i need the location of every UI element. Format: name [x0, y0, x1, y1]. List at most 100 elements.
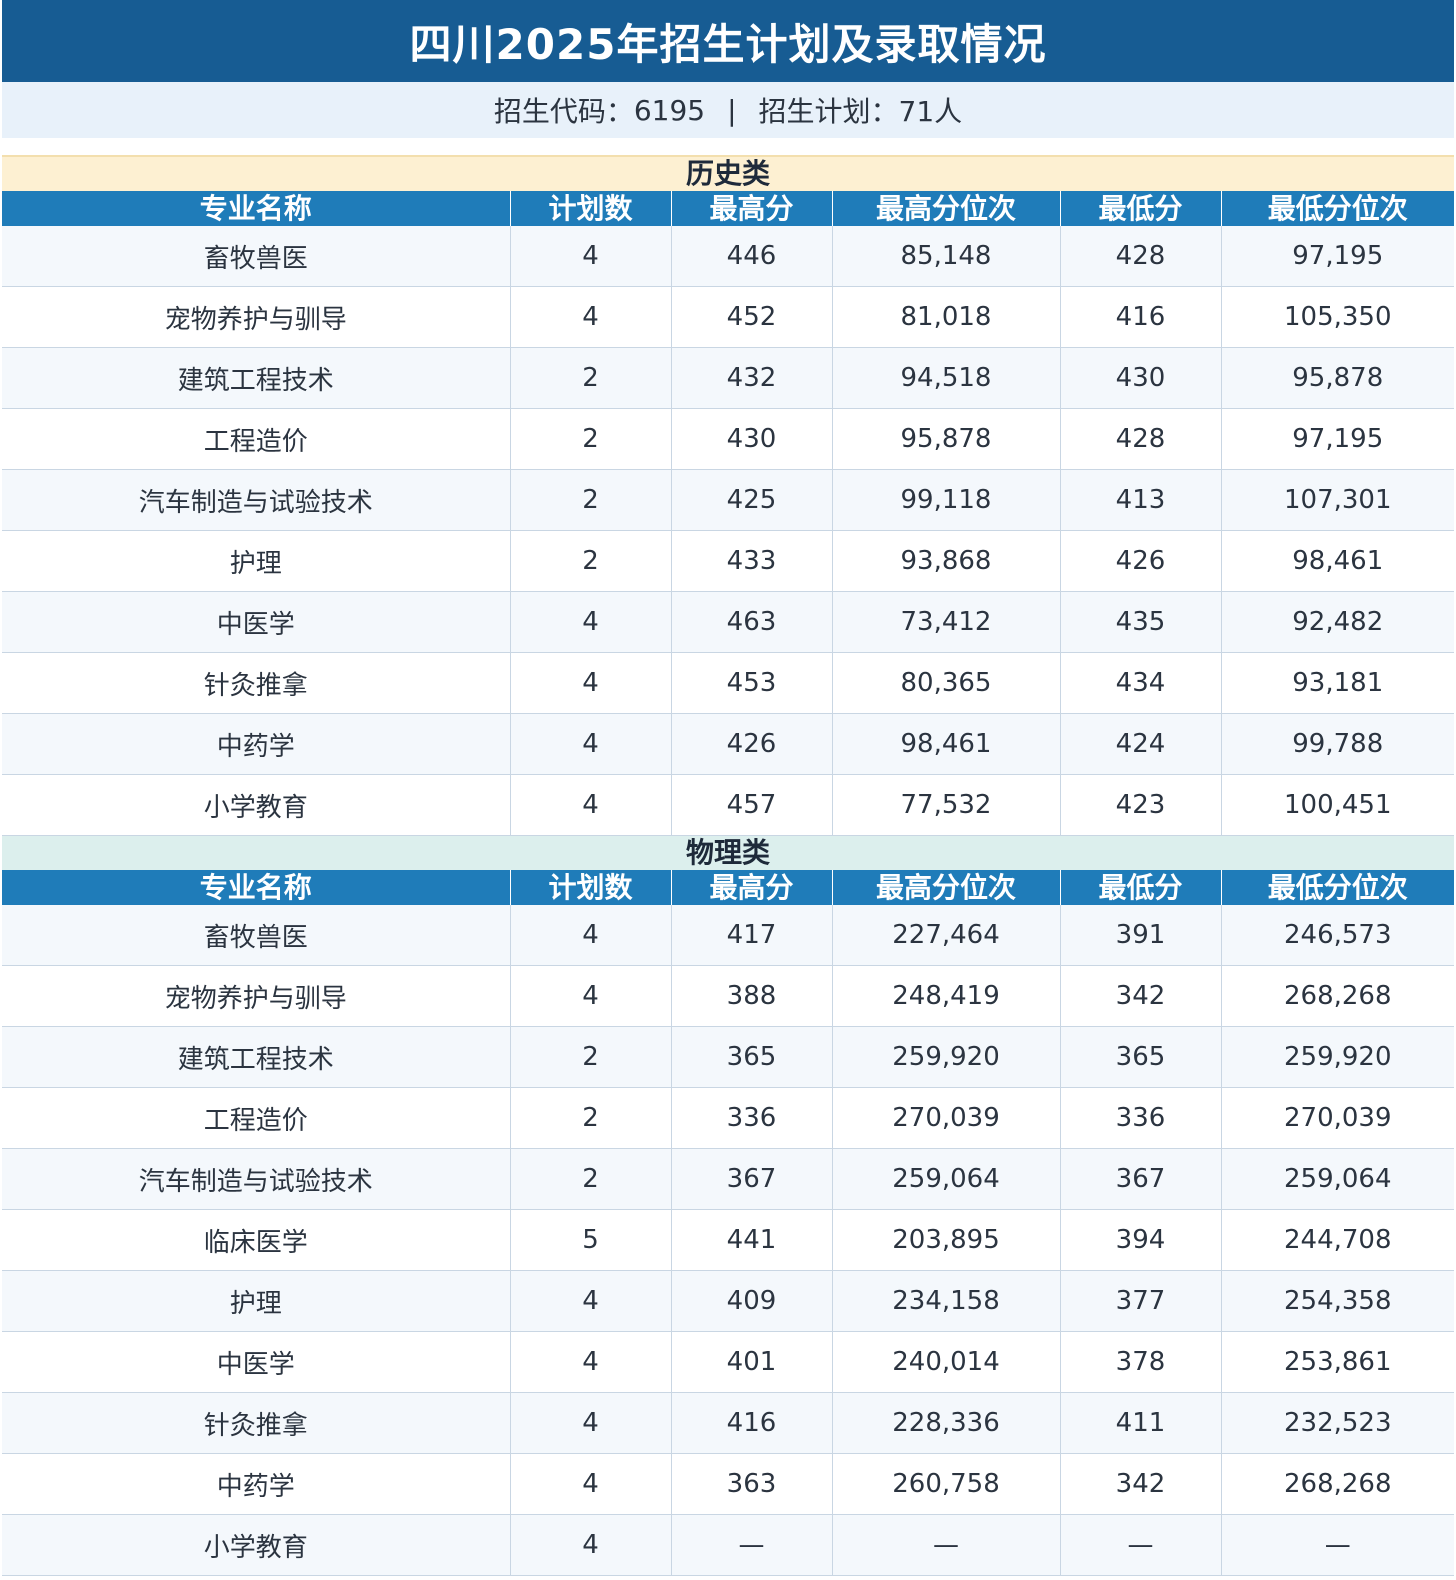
table-cell: 259,920	[832, 1026, 1061, 1088]
table-cell: 93,181	[1221, 652, 1455, 714]
table-cell: 99,118	[832, 469, 1061, 531]
table-cell: —	[1221, 1514, 1455, 1576]
table-cell: 401	[671, 1331, 833, 1393]
code-label: 招生代码：	[493, 95, 634, 128]
table-cell: 畜牧兽医	[2, 905, 511, 966]
table-cell: 97,195	[1221, 226, 1455, 287]
table-row: 针灸推拿 4 453 80,365 434 93,181	[2, 652, 1455, 714]
column-header: 最低分	[1060, 870, 1222, 905]
table-row: 护理 2 433 93,868 426 98,461	[2, 530, 1455, 592]
table-cell: 336	[1060, 1087, 1222, 1149]
table-cell: 430	[671, 408, 833, 470]
table-cell: 4	[510, 905, 672, 966]
table-cell: 2	[510, 408, 672, 470]
table-cell: 457	[671, 774, 833, 836]
spacer	[2, 138, 1454, 155]
column-header: 专业名称	[2, 870, 511, 905]
info-bar: 招生代码： 6195 | 招生计划： 71人	[2, 82, 1454, 138]
table-cell: 100,451	[1221, 774, 1455, 836]
column-header-row: 专业名称 计划数 最高分 最高分位次 最低分 最低分位次	[2, 191, 1455, 226]
table-cell: 391	[1060, 905, 1222, 966]
table-row: 工程造价 2 336 270,039 336 270,039	[2, 1087, 1455, 1149]
table-cell: 441	[671, 1209, 833, 1271]
table-cell: 4	[510, 286, 672, 348]
table-cell: 270,039	[1221, 1087, 1455, 1149]
table-cell: 4	[510, 713, 672, 775]
table-cell: 工程造价	[2, 408, 511, 470]
plan-value: 71人	[898, 95, 963, 128]
table-cell: 4	[510, 1514, 672, 1576]
table-cell: 416	[671, 1392, 833, 1454]
table-cell: 4	[510, 1270, 672, 1332]
table-cell: 4	[510, 591, 672, 653]
table-cell: 80,365	[832, 652, 1061, 714]
table-row: 建筑工程技术 2 432 94,518 430 95,878	[2, 347, 1455, 409]
table-cell: 232,523	[1221, 1392, 1455, 1454]
table-cell: 424	[1060, 713, 1222, 775]
table-cell: 248,419	[832, 965, 1061, 1027]
column-header: 计划数	[510, 191, 672, 226]
table-cell: 367	[1060, 1148, 1222, 1210]
table-cell: 107,301	[1221, 469, 1455, 531]
table-cell: 425	[671, 469, 833, 531]
table-cell: 430	[1060, 347, 1222, 409]
table-cell: 2	[510, 530, 672, 592]
table-row: 小学教育 4— — — —	[2, 1514, 1455, 1576]
table-cell: 97,195	[1221, 408, 1455, 470]
table-cell: 378	[1060, 1331, 1222, 1393]
table-cell: 411	[1060, 1392, 1222, 1454]
table-cell: 394	[1060, 1209, 1222, 1271]
table-cell: 433	[671, 530, 833, 592]
table-cell: 463	[671, 591, 833, 653]
table-cell: 246,573	[1221, 905, 1455, 966]
table-cell: 汽车制造与试验技术	[2, 469, 511, 531]
table-cell: 中医学	[2, 591, 511, 653]
table-cell: 423	[1060, 774, 1222, 836]
table-cell: 小学教育	[2, 774, 511, 836]
table-cell: 428	[1060, 408, 1222, 470]
table-cell: 81,018	[832, 286, 1061, 348]
table-cell: 377	[1060, 1270, 1222, 1332]
table-cell: 2	[510, 347, 672, 409]
table-cell: 中药学	[2, 713, 511, 775]
table-cell: 94,518	[832, 347, 1061, 409]
table-row: 工程造价 2 430 95,878 428 97,195	[2, 408, 1455, 470]
table-cell: —	[832, 1514, 1061, 1576]
table-cell: 270,039	[832, 1087, 1061, 1149]
table-cell: 426	[1060, 530, 1222, 592]
table-cell: 护理	[2, 530, 511, 592]
table-cell: 388	[671, 965, 833, 1027]
column-header: 最低分位次	[1221, 870, 1455, 905]
table-cell: 228,336	[832, 1392, 1061, 1454]
table-cell: 针灸推拿	[2, 652, 511, 714]
section-title: 历史类	[2, 155, 1455, 191]
table-row: 小学教育 4 457 77,532 423 100,451	[2, 774, 1455, 836]
table-cell: 2	[510, 1148, 672, 1210]
table-cell: 93,868	[832, 530, 1061, 592]
column-header: 最低分位次	[1221, 191, 1455, 226]
table-cell: 98,461	[832, 713, 1061, 775]
section-rows: 畜牧兽医 4 446 85,148 428 97,195 宠物养护与驯导 4 452 81,018…	[2, 226, 1455, 836]
table-cell: 409	[671, 1270, 833, 1332]
table-cell: 小学教育	[2, 1514, 511, 1576]
table-row: 针灸推拿 4 416 228,336 411 232,523	[2, 1392, 1455, 1454]
table-cell: 234,158	[832, 1270, 1061, 1332]
column-header: 专业名称	[2, 191, 511, 226]
table-cell: 260,758	[832, 1453, 1061, 1515]
table-cell: 365	[1060, 1026, 1222, 1088]
table-cell: 417	[671, 905, 833, 966]
table-cell: 5	[510, 1209, 672, 1271]
table-cell: —	[671, 1514, 833, 1576]
table-cell: 4	[510, 652, 672, 714]
table-cell: 汽车制造与试验技术	[2, 1148, 511, 1210]
column-header-row: 专业名称 计划数 最高分 最高分位次 最低分 最低分位次	[2, 870, 1455, 905]
table-cell: 畜牧兽医	[2, 226, 511, 287]
table-cell: 416	[1060, 286, 1222, 348]
table-row: 中医学 4 463 73,412 435 92,482	[2, 591, 1455, 653]
table-cell: 254,358	[1221, 1270, 1455, 1332]
table-cell: 434	[1060, 652, 1222, 714]
table-cell: 259,920	[1221, 1026, 1455, 1088]
table-cell: 336	[671, 1087, 833, 1149]
table-cell: 342	[1060, 965, 1222, 1027]
table-row: 宠物养护与驯导 4 452 81,018 416 105,350	[2, 286, 1455, 348]
